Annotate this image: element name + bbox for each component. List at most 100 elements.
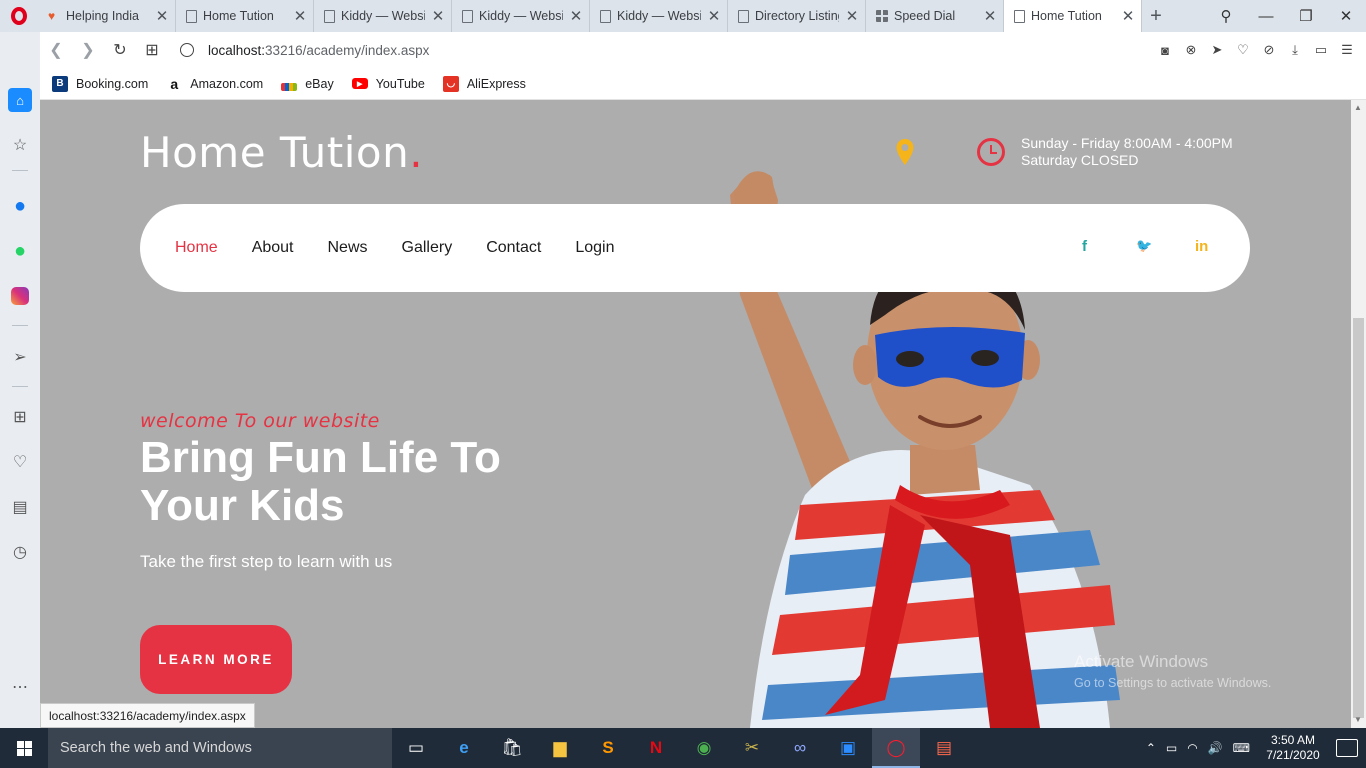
globe-icon[interactable] xyxy=(180,43,194,57)
tab-close-icon[interactable]: ✕ xyxy=(707,7,721,25)
scroll-down-icon[interactable]: ▼ xyxy=(1354,715,1362,724)
chrome-icon[interactable]: ◉ xyxy=(680,728,728,768)
messenger-icon[interactable]: ● xyxy=(8,194,32,218)
heart-icon[interactable]: ♡ xyxy=(1230,42,1256,58)
history-icon[interactable]: ◷ xyxy=(8,540,32,564)
restore-button[interactable]: ❐ xyxy=(1286,7,1326,25)
tab-kiddy-3[interactable]: Kiddy — Websit ✕ xyxy=(590,0,728,32)
url-field[interactable]: localhost:33216/academy/index.aspx xyxy=(208,43,429,58)
heart-icon[interactable]: ♡ xyxy=(8,450,32,474)
new-tab-button[interactable]: + xyxy=(1142,5,1170,28)
page-favicon-icon xyxy=(324,9,335,23)
zoom-icon[interactable]: ▣ xyxy=(824,728,872,768)
nav-login[interactable]: Login xyxy=(575,239,614,257)
opera-menu-button[interactable] xyxy=(0,0,38,32)
main-navbar: Home About News Gallery Contact Login f … xyxy=(140,204,1250,292)
edge-icon[interactable]: e xyxy=(440,728,488,768)
opera-taskbar-icon[interactable]: ◯ xyxy=(872,728,920,768)
battery-saver-icon[interactable]: ▭ xyxy=(1308,42,1334,58)
tab-helping-india[interactable]: ♥ Helping India ✕ xyxy=(38,0,176,32)
wifi-icon[interactable]: ◠ xyxy=(1187,741,1197,755)
start-button[interactable] xyxy=(0,728,48,768)
learn-more-button[interactable]: LEARN MORE xyxy=(140,625,292,694)
adblock-icon[interactable]: ⊗ xyxy=(1178,42,1204,58)
bookmark-amazon[interactable]: a Amazon.com xyxy=(166,76,263,92)
site-logo[interactable]: Home Tution. xyxy=(140,128,423,177)
forward-button[interactable]: ❯ xyxy=(72,40,104,60)
page-favicon-icon xyxy=(462,9,473,23)
tab-overview-icon[interactable]: ⊞ xyxy=(136,40,168,60)
netflix-icon[interactable]: N xyxy=(632,728,680,768)
home-icon[interactable]: ⌂ xyxy=(8,88,32,112)
activate-windows-watermark: Activate Windows Go to Settings to activ… xyxy=(1074,652,1271,690)
tab-close-icon[interactable]: ✕ xyxy=(293,7,307,25)
logo-dot: . xyxy=(409,128,424,177)
nav-gallery[interactable]: Gallery xyxy=(402,239,453,257)
minimize-button[interactable]: — xyxy=(1246,8,1286,25)
scroll-up-icon[interactable]: ▲ xyxy=(1354,103,1362,112)
file-explorer-icon[interactable]: ▆ xyxy=(536,728,584,768)
close-window-button[interactable]: ✕ xyxy=(1326,7,1366,25)
tab-speed-dial[interactable]: Speed Dial ✕ xyxy=(866,0,1004,32)
tab-home-tution[interactable]: Home Tution ✕ xyxy=(176,0,314,32)
input-icon[interactable]: ⌨ xyxy=(1233,741,1250,755)
bookmark-label: Amazon.com xyxy=(190,76,264,91)
nav-about[interactable]: About xyxy=(252,239,294,257)
bookmark-aliexpress[interactable]: ◡ AliExpress xyxy=(442,75,526,92)
battery-icon[interactable]: ▭ xyxy=(1166,741,1177,755)
taskbar-clock[interactable]: 3:50 AM 7/21/2020 xyxy=(1260,733,1326,763)
store-icon[interactable]: 🛍 xyxy=(488,728,536,768)
back-button[interactable]: ❮ xyxy=(40,40,72,60)
star-icon[interactable]: ☆ xyxy=(8,133,32,157)
linkedin-icon[interactable]: in xyxy=(1195,238,1208,255)
bookmark-youtube[interactable]: ▶ YouTube xyxy=(351,77,425,91)
amazon-icon: a xyxy=(170,75,179,92)
tab-strip: ♥ Helping India ✕ Home Tution ✕ Kiddy — … xyxy=(0,0,1366,32)
speed-dial-icon[interactable]: ⊞ xyxy=(8,405,32,429)
easy-setup-icon[interactable]: ☰ xyxy=(1334,42,1360,58)
tab-close-icon[interactable]: ✕ xyxy=(1121,7,1135,25)
tab-title: Home Tution xyxy=(203,9,274,23)
reload-button[interactable]: ↻ xyxy=(104,40,136,60)
tab-close-icon[interactable]: ✕ xyxy=(845,7,859,25)
volume-icon[interactable]: 🔊 xyxy=(1208,741,1223,755)
news-icon[interactable]: ▤ xyxy=(8,495,32,519)
bookmark-booking[interactable]: B Booking.com xyxy=(52,75,148,92)
taskbar-search[interactable]: Search the web and Windows xyxy=(48,728,392,768)
tools-icon[interactable]: ✂ xyxy=(728,728,776,768)
scrollbar-thumb[interactable] xyxy=(1353,318,1364,718)
tab-close-icon[interactable]: ✕ xyxy=(983,7,997,25)
nav-news[interactable]: News xyxy=(328,239,368,257)
twitter-icon[interactable]: 🐦 xyxy=(1136,238,1152,254)
clock-time: 3:50 AM xyxy=(1270,733,1316,747)
tray-expand-icon[interactable]: ⌃ xyxy=(1146,741,1156,755)
tab-close-icon[interactable]: ✕ xyxy=(155,7,169,25)
send-icon[interactable]: ➢ xyxy=(8,345,32,369)
tab-close-icon[interactable]: ✕ xyxy=(431,7,445,25)
search-tabs-icon[interactable]: ⚲ xyxy=(1206,7,1246,25)
snapshot-icon[interactable]: ◙ xyxy=(1152,43,1178,58)
powerpoint-icon[interactable]: ▤ xyxy=(920,728,968,768)
sublime-text-icon[interactable]: S xyxy=(584,728,632,768)
download-icon[interactable]: ⤓ xyxy=(1282,42,1308,58)
whatsapp-icon[interactable]: ● xyxy=(8,239,32,263)
task-view-icon[interactable]: ▭ xyxy=(392,728,440,768)
send-icon[interactable]: ➤ xyxy=(1204,42,1230,58)
vs-icon[interactable]: ∞ xyxy=(776,728,824,768)
bookmark-ebay[interactable]: eBay xyxy=(281,77,334,91)
tab-directory-listing[interactable]: Directory Listing ✕ xyxy=(728,0,866,32)
more-icon[interactable]: ⋯ xyxy=(8,675,32,699)
nav-home[interactable]: Home xyxy=(175,239,218,257)
nav-contact[interactable]: Contact xyxy=(486,239,541,257)
instagram-icon[interactable] xyxy=(8,284,32,308)
tab-kiddy-1[interactable]: Kiddy — Websit ✕ xyxy=(314,0,452,32)
tab-kiddy-2[interactable]: Kiddy — Websit ✕ xyxy=(452,0,590,32)
tab-home-tution-active[interactable]: Home Tution ✕ xyxy=(1004,0,1142,32)
notifications-icon[interactable] xyxy=(1336,739,1358,757)
bookmark-label: AliExpress xyxy=(466,76,526,91)
tab-close-icon[interactable]: ✕ xyxy=(569,7,583,25)
facebook-icon[interactable]: f xyxy=(1082,238,1087,255)
opera-logo-icon xyxy=(11,7,27,25)
vpn-icon[interactable]: ⊘ xyxy=(1256,42,1282,58)
page-scrollbar[interactable]: ▲ ▼ xyxy=(1351,100,1366,728)
